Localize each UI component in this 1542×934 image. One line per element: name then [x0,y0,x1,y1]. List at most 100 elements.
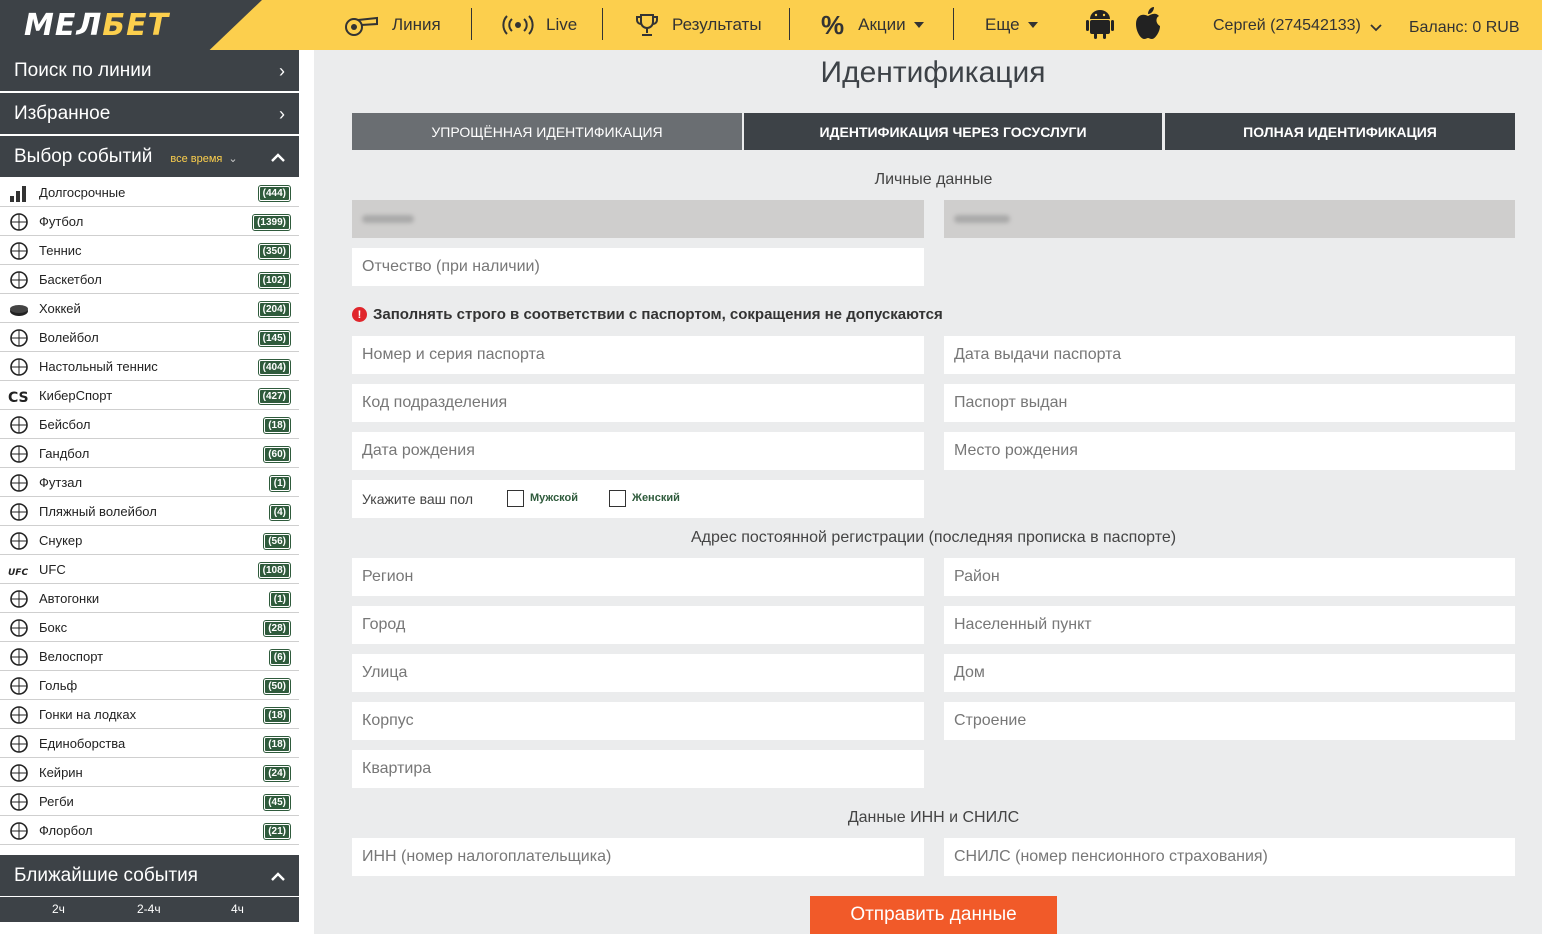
sidebar-sport-item[interactable]: Бейсбол (18) [0,410,299,439]
sidebar-sport-item[interactable]: CS КиберСпорт (427) [0,381,299,410]
hockey-puck-icon [8,299,30,319]
nav-promotions-label: Акции [858,15,906,34]
apartment-field[interactable]: Квартира [352,750,924,788]
broadcast-icon [502,14,534,36]
tab-full-identification[interactable]: ПОЛНАЯ ИДЕНТИФИКАЦИЯ [1165,113,1515,150]
sport-name: Бейсбол [39,417,91,432]
sidebar-sport-item[interactable]: Настольный теннис (404) [0,352,299,381]
keirin-icon [8,763,30,783]
sport-count-badge: (350) [257,243,292,260]
first-name-field[interactable] [352,200,924,238]
page-title: Идентификация [820,56,1046,89]
nav-more[interactable]: Еще [985,0,1038,50]
nav-live[interactable]: Live [502,0,577,50]
sport-count-badge: (204) [257,301,292,318]
block-field[interactable]: Корпус [352,702,924,740]
percent-icon: % [821,9,845,40]
sidebar-sport-item[interactable]: Гандбол (60) [0,439,299,468]
tab-simplified-identification[interactable]: УПРОЩЁННАЯ ИДЕНТИФИКАЦИЯ [352,113,742,150]
region-field[interactable]: Регион [352,558,924,596]
nav-promotions[interactable]: % Акции [821,0,924,50]
sport-name: Гандбол [39,446,90,461]
time-filter[interactable]: все время ⌄ [170,152,237,165]
ufc-icon: UFC [8,560,30,580]
sidebar-sport-item[interactable]: Автогонки (1) [0,584,299,613]
nav-divider [789,8,790,40]
sidebar-sport-item[interactable]: Флорбол (21) [0,816,299,845]
district-field[interactable]: Район [944,558,1515,596]
sport-name: Кейрин [39,765,83,780]
sport-count-badge: (18) [263,707,291,724]
nearest-events-title: Ближайшие события [14,864,198,886]
passport-warning: ! Заполнять строго в соответствии с пасп… [352,306,943,323]
snils-field[interactable]: СНИЛС (номер пенсионного страхования) [944,838,1515,876]
division-code-field[interactable]: Код подразделения [352,384,924,422]
sidebar-sport-item[interactable]: Регби (45) [0,787,299,816]
last-name-field[interactable] [944,200,1515,238]
nav-line[interactable]: Линия [344,0,441,50]
events-selection-header[interactable]: Выбор событий все время ⌄ [0,136,299,177]
sidebar-sport-item[interactable]: Велоспорт (6) [0,642,299,671]
search-line-button[interactable]: Поиск по линии › [0,50,299,91]
sidebar-sport-item[interactable]: Футзал (1) [0,468,299,497]
cs-icon: CS [8,386,30,406]
sidebar-sport-item[interactable]: Бокс (28) [0,613,299,642]
logo[interactable]: МЕЛБЕТ [0,0,262,50]
nav-more-label: Еще [985,15,1020,34]
ios-app-link[interactable] [1133,0,1163,50]
gender-male-checkbox[interactable] [507,490,524,507]
user-account[interactable]: Сергей (274542133) [1213,17,1361,35]
sidebar-sport-item[interactable]: Хоккей (204) [0,294,299,323]
sidebar-sport-item[interactable]: Футбол (1399) [0,207,299,236]
sport-count-badge: (1) [268,591,292,608]
building-field[interactable]: Строение [944,702,1515,740]
logo-text: МЕЛБЕТ [24,8,170,43]
birth-date-field[interactable]: Дата рождения [352,432,924,470]
gender-male-label[interactable]: Мужской [530,492,578,504]
sidebar-sport-item[interactable]: Кейрин (24) [0,758,299,787]
passport-issued-field[interactable]: Паспорт выдан [944,384,1515,422]
sidebar-sport-item[interactable]: Долгосрочные (444) [0,178,299,207]
nearest-tab-2-4h[interactable]: 2-4ч [137,902,161,916]
sport-count-badge: (4) [268,504,292,521]
golf-icon [8,676,30,696]
nearest-tab-2h[interactable]: 2ч [52,902,65,916]
favorites-button[interactable]: Избранное › [0,93,299,134]
nav-results[interactable]: Результаты [634,0,762,50]
chevron-down-icon[interactable] [1370,20,1382,38]
sidebar-sport-item[interactable]: Баскетбол (102) [0,265,299,294]
trophy-icon [634,12,660,38]
chevron-up-icon[interactable] [271,147,285,168]
passport-number-field[interactable]: Номер и серия паспорта [352,336,924,374]
sidebar-sport-item[interactable]: UFC UFC (108) [0,555,299,584]
sidebar-sport-item[interactable]: Единоборства (18) [0,729,299,758]
gender-female-checkbox[interactable] [609,490,626,507]
sidebar-sport-item[interactable]: Волейбол (145) [0,323,299,352]
chevron-up-icon[interactable] [271,866,285,887]
submit-button[interactable]: Отправить данные [810,896,1057,934]
sidebar-sport-item[interactable]: Пляжный волейбол (4) [0,497,299,526]
sidebar-sport-item[interactable]: Гонки на лодках (18) [0,700,299,729]
gender-female-label[interactable]: Женский [632,492,680,504]
sidebar-sport-item[interactable]: Снукер (56) [0,526,299,555]
patronymic-field[interactable]: Отчество (при наличии) [352,248,924,286]
city-field[interactable]: Город [352,606,924,644]
address-label: Адрес постоянной регистрации (последняя … [690,529,1177,546]
top-header: МЕЛБЕТ Линия Live Результаты % Акции Еще [0,0,1542,50]
soccer-ball-icon [8,212,30,232]
passport-date-field[interactable]: Дата выдачи паспорта [944,336,1515,374]
sidebar-sport-item[interactable]: Теннис (350) [0,236,299,265]
android-app-link[interactable] [1086,0,1114,50]
settlement-field[interactable]: Населенный пункт [944,606,1515,644]
nearest-tab-4h[interactable]: 4ч [231,902,244,916]
sidebar-sport-item[interactable]: Гольф (50) [0,671,299,700]
inn-field[interactable]: ИНН (номер налогоплательщика) [352,838,924,876]
house-field[interactable]: Дом [944,654,1515,692]
birth-place-field[interactable]: Место рождения [944,432,1515,470]
street-field[interactable]: Улица [352,654,924,692]
sport-name: Теннис [39,243,82,258]
nav-live-label: Live [546,15,578,34]
nearest-events-header[interactable]: Ближайшие события [0,855,299,896]
tab-gosuslugi-identification[interactable]: ИДЕНТИФИКАЦИЯ ЧЕРЕЗ ГОСУСЛУГИ [744,113,1162,150]
sport-count-badge: (56) [263,533,291,550]
